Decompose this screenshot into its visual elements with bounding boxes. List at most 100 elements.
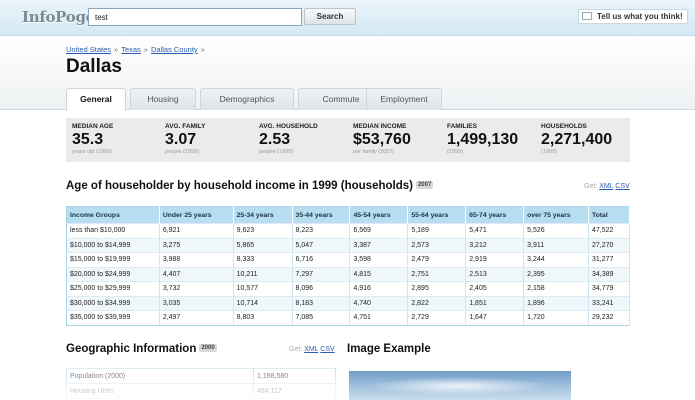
example-image	[349, 371, 571, 400]
income-table-body: less than $10,000 6,921 9,623 8,223 6,569 5,1…	[66, 223, 631, 325]
geo-get-links: Get: XML CSV	[289, 346, 335, 353]
tab-general[interactable]: General	[66, 88, 126, 111]
table-cell: 8,803	[233, 310, 293, 325]
column-header: 25-34 years	[233, 206, 293, 224]
table-cell: 4,407	[159, 266, 234, 282]
income-table: Income Groups Under 25 years 25-34 years…	[66, 206, 631, 326]
table-cell: 27,270	[588, 237, 631, 253]
table-cell: 6,569	[349, 223, 409, 238]
table-cell: 5,047	[292, 237, 351, 253]
table-row: $30,000 to $34,999 3,035 10,714 8,183 4,740 2…	[66, 295, 631, 311]
feedback-button[interactable]: Tell us what you think!	[578, 9, 688, 24]
table-cell: 2,573	[407, 237, 467, 253]
column-header: 65-74 years	[465, 206, 525, 224]
table-row: $35,000 to $39,999 2,497 8,803 7,085 4,751 2,…	[66, 310, 631, 325]
stat-median-age: MEDIAN AGE 35.3 years old (1999)	[72, 123, 114, 155]
page-title: Dallas	[66, 56, 122, 77]
table-cell: 2,895	[407, 281, 467, 296]
table-cell: 10,714	[233, 295, 293, 311]
table-cell: 47,522	[588, 223, 631, 238]
table-cell: 10,577	[233, 281, 293, 296]
table-cell: 3,911	[523, 237, 589, 253]
table-cell: 31,277	[588, 252, 631, 267]
tab-employment[interactable]: Employment	[366, 88, 442, 110]
top-bar: InfoPogo Search Tell us what you think!	[0, 0, 695, 36]
income-get-links: Get: XML CSV	[584, 183, 630, 190]
stats-bar: MEDIAN AGE 35.3 years old (1999) AVG. FA…	[66, 118, 630, 162]
table-cell: 6,921	[159, 223, 234, 238]
table-cell: 1,720	[523, 310, 589, 325]
table-cell: 5,526	[523, 223, 589, 238]
income-group-cell: $15,000 to $19,999	[66, 252, 160, 267]
table-cell: 4,740	[349, 295, 409, 311]
geo-value-cell: 484,117	[253, 383, 336, 399]
geo-label-cell: Housing Units	[66, 383, 254, 399]
income-group-cell: less than $10,000	[66, 223, 160, 238]
table-cell: 34,779	[588, 281, 631, 296]
breadcrumb: United States» Texas» Dallas County»	[66, 45, 205, 54]
stat-avg-household: AVG. HOUSEHOLD 2.53 people (1999)	[259, 123, 318, 155]
table-cell: 4,815	[349, 266, 409, 282]
logo[interactable]: InfoPogo	[22, 8, 96, 26]
table-cell: 10,211	[233, 266, 293, 282]
table-cell: 5,865	[233, 237, 293, 253]
breadcrumb-texas[interactable]: Texas	[121, 45, 141, 54]
table-row: $25,000 to $29,999 3,732 10,577 8,096 4,916 2…	[66, 281, 631, 296]
table-cell: 3,988	[159, 252, 234, 267]
search-button[interactable]: Search	[304, 8, 356, 25]
stat-median-income: MEDIAN INCOME $53,760 per family (2007)	[353, 123, 411, 155]
tab-housing[interactable]: Housing	[130, 88, 196, 110]
csv-link[interactable]: CSV	[615, 183, 629, 190]
geo-value-cell: 1,188,580	[253, 368, 336, 384]
table-cell: 3,275	[159, 237, 234, 253]
table-cell: 9,623	[233, 223, 293, 238]
column-header: 35-44 years	[292, 206, 351, 224]
table-cell: 34,389	[588, 266, 631, 282]
table-cell: 2,822	[407, 295, 467, 311]
table-cell: 1,851	[465, 295, 525, 311]
table-cell: 8,223	[292, 223, 351, 238]
table-row: less than $10,000 6,921 9,623 8,223 6,569 5,1…	[66, 223, 631, 238]
income-group-cell: $30,000 to $34,999	[66, 295, 160, 311]
table-cell: 3,244	[523, 252, 589, 267]
column-header: 55-64 years	[407, 206, 467, 224]
table-header-row: Income Groups Under 25 years 25-34 years…	[66, 206, 631, 224]
table-cell: 4,751	[349, 310, 409, 325]
income-group-cell: $25,000 to $29,999	[66, 281, 160, 296]
csv-link[interactable]: CSV	[320, 346, 334, 353]
breadcrumb-united-states[interactable]: United States	[66, 45, 111, 54]
stat-families: FAMILIES 1,499,130 (1999)	[447, 123, 519, 155]
table-cell: 2,158	[523, 281, 589, 296]
search-input[interactable]	[88, 8, 302, 26]
table-row: Housing Units 484,117	[66, 383, 336, 399]
table-cell: 33,241	[588, 295, 631, 311]
table-cell: 3,387	[349, 237, 409, 253]
table-cell: 1,647	[465, 310, 525, 325]
xml-link[interactable]: XML	[599, 183, 613, 190]
table-cell: 4,916	[349, 281, 409, 296]
table-cell: 2,751	[407, 266, 467, 282]
breadcrumb-dallas-county[interactable]: Dallas County	[151, 45, 198, 54]
column-header: Income Groups	[66, 206, 160, 224]
table-cell: 2,405	[465, 281, 525, 296]
tab-demographics[interactable]: Demographics	[200, 88, 294, 110]
income-group-cell: $10,000 to $14,999	[66, 237, 160, 253]
table-cell: 7,085	[292, 310, 351, 325]
table-cell: 1,896	[523, 295, 589, 311]
table-row: $10,000 to $14,999 3,275 5,865 5,047 3,387 2,…	[66, 237, 631, 253]
column-header: Total	[588, 206, 631, 224]
table-cell: 2,729	[407, 310, 467, 325]
table-cell: 3,732	[159, 281, 234, 296]
income-section-title: Age of householder by household income i…	[66, 180, 434, 192]
table-cell: 2,497	[159, 310, 234, 325]
feedback-label: Tell us what you think!	[597, 12, 683, 21]
xml-link[interactable]: XML	[304, 346, 318, 353]
geo-table-body: Population (2000) 1,188,580 Housing Units 4…	[66, 368, 336, 399]
stat-households: HOUSEHOLDS 2,271,400 (1999)	[541, 123, 613, 155]
table-cell: 2,919	[465, 252, 525, 267]
table-cell: 2,395	[523, 266, 589, 282]
cloud-shape	[369, 377, 549, 395]
income-group-cell: $20,000 to $24,999	[66, 266, 160, 282]
table-cell: 8,333	[233, 252, 293, 267]
table-cell: 6,716	[292, 252, 351, 267]
